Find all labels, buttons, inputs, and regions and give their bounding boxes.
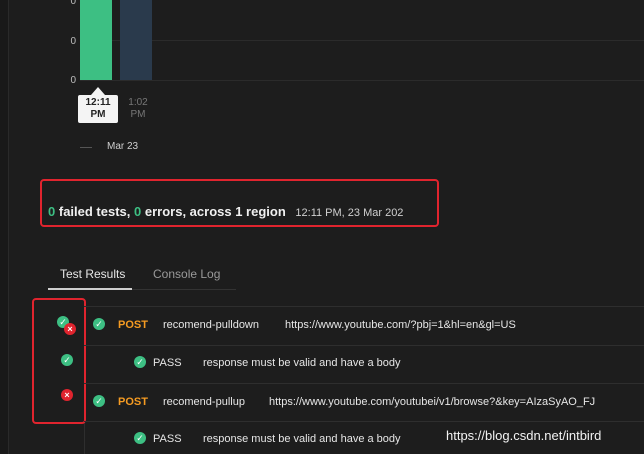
run-bar[interactable] bbox=[120, 0, 152, 80]
run-time[interactable]: 1:02 PM bbox=[120, 97, 156, 121]
request-name: recomend-pullup bbox=[163, 396, 245, 408]
failed-count: 0 bbox=[48, 204, 56, 219]
run-summary: 0 failed tests, 0 errors, across 1 regio… bbox=[48, 204, 403, 219]
test-message: response must be valid and have a body bbox=[203, 433, 401, 445]
tab-test-results[interactable]: Test Results bbox=[60, 267, 125, 281]
active-tab-indicator bbox=[48, 288, 132, 290]
row-separator bbox=[84, 421, 644, 422]
test-message: response must be valid and have a body bbox=[203, 357, 401, 369]
y-axis-label: 0 bbox=[70, 75, 76, 86]
grid-line bbox=[80, 80, 644, 81]
check-icon: ✓ bbox=[93, 395, 105, 407]
row-separator bbox=[84, 345, 644, 346]
selected-run-time[interactable]: 12:11 PM bbox=[78, 87, 118, 123]
check-icon: ✓ bbox=[134, 432, 146, 444]
y-axis-label: 0 bbox=[70, 36, 76, 47]
run-history-chart: 0 0 0 12:11 PM 1:02 PM Mar 23 bbox=[0, 0, 644, 160]
check-icon: ✓ bbox=[134, 356, 146, 368]
tab-console-log[interactable]: Console Log bbox=[153, 267, 220, 281]
request-name: recomend-pulldown bbox=[163, 319, 259, 331]
request-method: POST bbox=[118, 319, 148, 331]
test-status: PASS bbox=[153, 433, 182, 445]
run-bar-selected[interactable] bbox=[80, 0, 112, 80]
run-timestamp: 12:11 PM, 23 Mar 202 bbox=[295, 207, 404, 219]
request-url: https://www.youtube.com/youtubei/v1/brow… bbox=[269, 396, 596, 408]
highlight-box-summary bbox=[40, 179, 439, 227]
error-icon: × bbox=[61, 389, 73, 401]
request-method: POST bbox=[118, 396, 148, 408]
watermark: https://blog.csdn.net/intbird bbox=[446, 428, 602, 443]
date-label: Mar 23 bbox=[107, 141, 139, 152]
grid-line bbox=[80, 40, 644, 41]
y-axis-label: 0 bbox=[70, 0, 76, 7]
check-icon: ✓ bbox=[61, 354, 73, 366]
row-separator bbox=[84, 306, 644, 307]
check-icon: ✓ bbox=[93, 318, 105, 330]
failed-text: failed tests, bbox=[58, 204, 131, 219]
error-text: errors, across 1 region bbox=[144, 204, 286, 219]
request-url: https://www.youtube.com/?pbj=1&hl=en&gl=… bbox=[285, 319, 516, 331]
date-tick bbox=[80, 147, 92, 148]
error-count: 0 bbox=[134, 204, 142, 219]
row-separator bbox=[84, 383, 644, 384]
results-tabs: Test Results Console Log bbox=[48, 265, 236, 290]
test-status: PASS bbox=[153, 357, 182, 369]
error-icon: × bbox=[64, 323, 76, 335]
